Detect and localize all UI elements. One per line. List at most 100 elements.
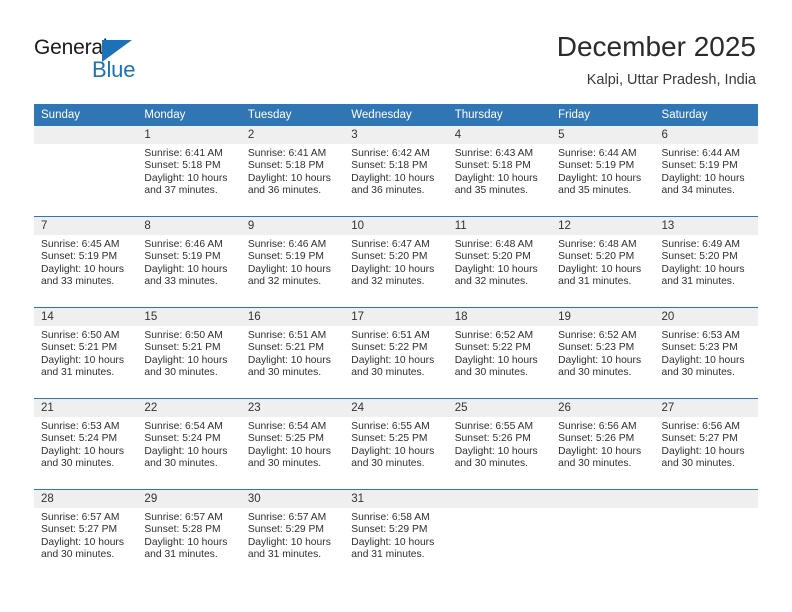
day-details: Sunrise: 6:47 AM Sunset: 5:20 PM Daylight:… bbox=[344, 235, 447, 289]
calendar-day-cell[interactable]: 28 Sunrise: 6:57 AM Sunset: 5:27 PM Dayligh… bbox=[34, 489, 138, 580]
calendar-day-cell[interactable]: 21 Sunrise: 6:53 AM Sunset: 5:24 PM Dayligh… bbox=[34, 398, 138, 490]
daylight-text-line1: Daylight: 10 hours bbox=[247, 263, 331, 275]
sunset-text: Sunset: 5:18 PM bbox=[351, 160, 428, 172]
daylight-text-line1: Daylight: 10 hours bbox=[247, 536, 331, 548]
day-number: 8 bbox=[137, 217, 241, 235]
daylight-text-line1: Daylight: 10 hours bbox=[41, 445, 124, 457]
calendar-day-cell[interactable]: 27 Sunrise: 6:56 AM Sunset: 5:27 PM Dayligh… bbox=[654, 398, 758, 490]
daylight-text-line1: Daylight: 10 hours bbox=[351, 445, 435, 457]
calendar-day-cell[interactable]: 30 Sunrise: 6:57 AM Sunset: 5:29 PM Dayligh… bbox=[240, 489, 345, 580]
calendar-day-cell[interactable]: 23 Sunrise: 6:54 AM Sunset: 5:25 PM Dayligh… bbox=[240, 398, 345, 490]
day-cell-inner: 31 Sunrise: 6:58 AM Sunset: 5:29 PM Dayligh… bbox=[344, 490, 448, 580]
day-number: 26 bbox=[551, 399, 655, 417]
calendar-day-cell[interactable]: 29 Sunrise: 6:57 AM Sunset: 5:28 PM Dayligh… bbox=[137, 489, 241, 580]
sunset-text: Sunset: 5:19 PM bbox=[558, 160, 635, 172]
title-block: December 2025 Kalpi, Uttar Pradesh, Indi… bbox=[557, 30, 756, 90]
sunset-text: Sunset: 5:24 PM bbox=[144, 433, 221, 445]
sunrise-text: Sunrise: 6:48 AM bbox=[454, 239, 534, 250]
calendar-day-cell[interactable]: 5 Sunrise: 6:44 AM Sunset: 5:19 PM Daylight… bbox=[551, 126, 655, 217]
sunrise-text: Sunrise: 6:53 AM bbox=[41, 421, 120, 432]
sunrise-text: Sunrise: 6:52 AM bbox=[558, 330, 637, 341]
calendar-day-cell[interactable]: 8 Sunrise: 6:46 AM Sunset: 5:19 PM Daylight… bbox=[137, 216, 241, 308]
day-number: 24 bbox=[344, 399, 448, 417]
day-number: 6 bbox=[654, 126, 758, 144]
calendar-day-cell[interactable]: 17 Sunrise: 6:51 AM Sunset: 5:22 PM Dayligh… bbox=[344, 307, 448, 399]
daylight-text-line1: Daylight: 10 hours bbox=[351, 172, 435, 184]
day-cell-inner: 11 Sunrise: 6:48 AM Sunset: 5:20 PM Dayligh… bbox=[447, 217, 552, 307]
calendar-day-cell[interactable]: 3 Sunrise: 6:42 AM Sunset: 5:18 PM Daylight… bbox=[344, 126, 448, 217]
sunrise-text: Sunrise: 6:57 AM bbox=[247, 512, 327, 523]
daylight-text-line2: and 36 minutes. bbox=[247, 185, 322, 197]
daylight-text-line2: and 31 minutes. bbox=[558, 276, 632, 288]
day-number: 4 bbox=[447, 126, 552, 144]
daylight-text-line2: and 37 minutes. bbox=[144, 185, 218, 197]
day-cell-inner bbox=[34, 126, 138, 216]
calendar-day-cell[interactable]: 9 Sunrise: 6:46 AM Sunset: 5:19 PM Daylight… bbox=[240, 216, 345, 308]
daylight-text-line2: and 31 minutes. bbox=[247, 549, 322, 561]
day-details: Sunrise: 6:58 AM Sunset: 5:29 PM Daylight:… bbox=[344, 508, 447, 562]
sunset-text: Sunset: 5:19 PM bbox=[41, 251, 118, 263]
calendar-day-cell[interactable]: 10 Sunrise: 6:47 AM Sunset: 5:20 PM Dayligh… bbox=[344, 216, 448, 308]
calendar-day-cell[interactable]: 31 Sunrise: 6:58 AM Sunset: 5:29 PM Dayligh… bbox=[344, 489, 448, 580]
calendar-day-cell[interactable]: 4 Sunrise: 6:43 AM Sunset: 5:18 PM Daylight… bbox=[447, 126, 552, 217]
day-details: Sunrise: 6:53 AM Sunset: 5:23 PM Daylight:… bbox=[655, 326, 758, 380]
day-details: Sunrise: 6:51 AM Sunset: 5:21 PM Daylight:… bbox=[241, 326, 344, 380]
sunrise-text: Sunrise: 6:43 AM bbox=[454, 148, 534, 159]
day-details: Sunrise: 6:54 AM Sunset: 5:25 PM Daylight:… bbox=[241, 417, 344, 471]
day-number: 30 bbox=[240, 490, 345, 508]
calendar-day-cell[interactable]: 14 Sunrise: 6:50 AM Sunset: 5:21 PM Dayligh… bbox=[34, 307, 138, 399]
day-cell-inner: 23 Sunrise: 6:54 AM Sunset: 5:25 PM Dayligh… bbox=[240, 399, 345, 489]
calendar-day-cell[interactable]: 19 Sunrise: 6:52 AM Sunset: 5:23 PM Dayligh… bbox=[551, 307, 655, 399]
calendar-day-cell[interactable]: 7 Sunrise: 6:45 AM Sunset: 5:19 PM Daylight… bbox=[34, 216, 138, 308]
calendar-header-row: Sunday Monday Tuesday Wednesday Thursday Frid… bbox=[34, 104, 758, 126]
daylight-text-line2: and 30 minutes. bbox=[558, 458, 632, 470]
sunrise-text: Sunrise: 6:50 AM bbox=[144, 330, 223, 341]
calendar-day-cell[interactable]: 1 Sunrise: 6:41 AM Sunset: 5:18 PM Daylight… bbox=[137, 126, 241, 217]
daylight-text-line1: Daylight: 10 hours bbox=[41, 263, 124, 275]
calendar-day-cell[interactable]: 15 Sunrise: 6:50 AM Sunset: 5:21 PM Dayligh… bbox=[137, 307, 241, 399]
daylight-text-line1: Daylight: 10 hours bbox=[454, 354, 538, 366]
day-number: 13 bbox=[654, 217, 758, 235]
daylight-text-line2: and 30 minutes. bbox=[661, 458, 735, 470]
calendar-day-cell[interactable]: 6 Sunrise: 6:44 AM Sunset: 5:19 PM Daylight… bbox=[654, 126, 758, 217]
sunrise-text: Sunrise: 6:56 AM bbox=[558, 421, 637, 432]
sunset-text: Sunset: 5:21 PM bbox=[41, 342, 118, 354]
daylight-text-line2: and 30 minutes. bbox=[41, 549, 115, 561]
logo-general-blue[interactable]: General Blue bbox=[34, 36, 214, 86]
calendar-day-cell[interactable]: 26 Sunrise: 6:56 AM Sunset: 5:26 PM Dayligh… bbox=[551, 398, 655, 490]
calendar-day-cell[interactable]: 25 Sunrise: 6:55 AM Sunset: 5:26 PM Dayligh… bbox=[447, 398, 552, 490]
daylight-text-line1: Daylight: 10 hours bbox=[454, 445, 538, 457]
day-number: 18 bbox=[447, 308, 552, 326]
calendar-day-cell[interactable]: 12 Sunrise: 6:48 AM Sunset: 5:20 PM Dayligh… bbox=[551, 216, 655, 308]
calendar-empty-cell bbox=[551, 489, 655, 580]
calendar-day-cell[interactable]: 2 Sunrise: 6:41 AM Sunset: 5:18 PM Daylight… bbox=[240, 126, 345, 217]
daylight-text-line2: and 33 minutes. bbox=[41, 276, 115, 288]
day-cell-inner bbox=[654, 490, 758, 580]
daylight-text-line2: and 32 minutes. bbox=[454, 276, 528, 288]
day-cell-inner: 13 Sunrise: 6:49 AM Sunset: 5:20 PM Dayligh… bbox=[654, 217, 758, 307]
day-cell-inner: 4 Sunrise: 6:43 AM Sunset: 5:18 PM Daylight… bbox=[447, 126, 552, 216]
page-subtitle: Kalpi, Uttar Pradesh, India bbox=[586, 72, 756, 88]
sunrise-text: Sunrise: 6:44 AM bbox=[558, 148, 637, 159]
daylight-text-line2: and 34 minutes. bbox=[661, 185, 735, 197]
calendar-day-cell[interactable]: 22 Sunrise: 6:54 AM Sunset: 5:24 PM Dayligh… bbox=[137, 398, 241, 490]
day-number bbox=[551, 490, 655, 508]
sunset-text: Sunset: 5:23 PM bbox=[558, 342, 635, 354]
calendar-day-cell[interactable]: 11 Sunrise: 6:48 AM Sunset: 5:20 PM Dayligh… bbox=[447, 216, 552, 308]
daylight-text-line1: Daylight: 10 hours bbox=[558, 172, 642, 184]
day-cell-inner: 19 Sunrise: 6:52 AM Sunset: 5:23 PM Dayligh… bbox=[551, 308, 655, 398]
daylight-text-line2: and 32 minutes. bbox=[247, 276, 322, 288]
day-details: Sunrise: 6:46 AM Sunset: 5:19 PM Daylight:… bbox=[137, 235, 240, 289]
daylight-text-line1: Daylight: 10 hours bbox=[351, 536, 435, 548]
day-number: 25 bbox=[447, 399, 552, 417]
calendar-day-cell[interactable]: 18 Sunrise: 6:52 AM Sunset: 5:22 PM Dayligh… bbox=[447, 307, 552, 399]
daylight-text-line1: Daylight: 10 hours bbox=[558, 263, 642, 275]
day-details: Sunrise: 6:48 AM Sunset: 5:20 PM Daylight:… bbox=[551, 235, 654, 289]
calendar-day-cell[interactable]: 16 Sunrise: 6:51 AM Sunset: 5:21 PM Dayligh… bbox=[240, 307, 345, 399]
calendar-day-cell[interactable]: 24 Sunrise: 6:55 AM Sunset: 5:25 PM Dayligh… bbox=[344, 398, 448, 490]
daylight-text-line1: Daylight: 10 hours bbox=[247, 354, 331, 366]
calendar-day-cell[interactable]: 20 Sunrise: 6:53 AM Sunset: 5:23 PM Dayligh… bbox=[654, 307, 758, 399]
sunset-text: Sunset: 5:25 PM bbox=[351, 433, 428, 445]
daylight-text-line1: Daylight: 10 hours bbox=[661, 172, 745, 184]
calendar-day-cell[interactable]: 13 Sunrise: 6:49 AM Sunset: 5:20 PM Dayligh… bbox=[654, 216, 758, 308]
